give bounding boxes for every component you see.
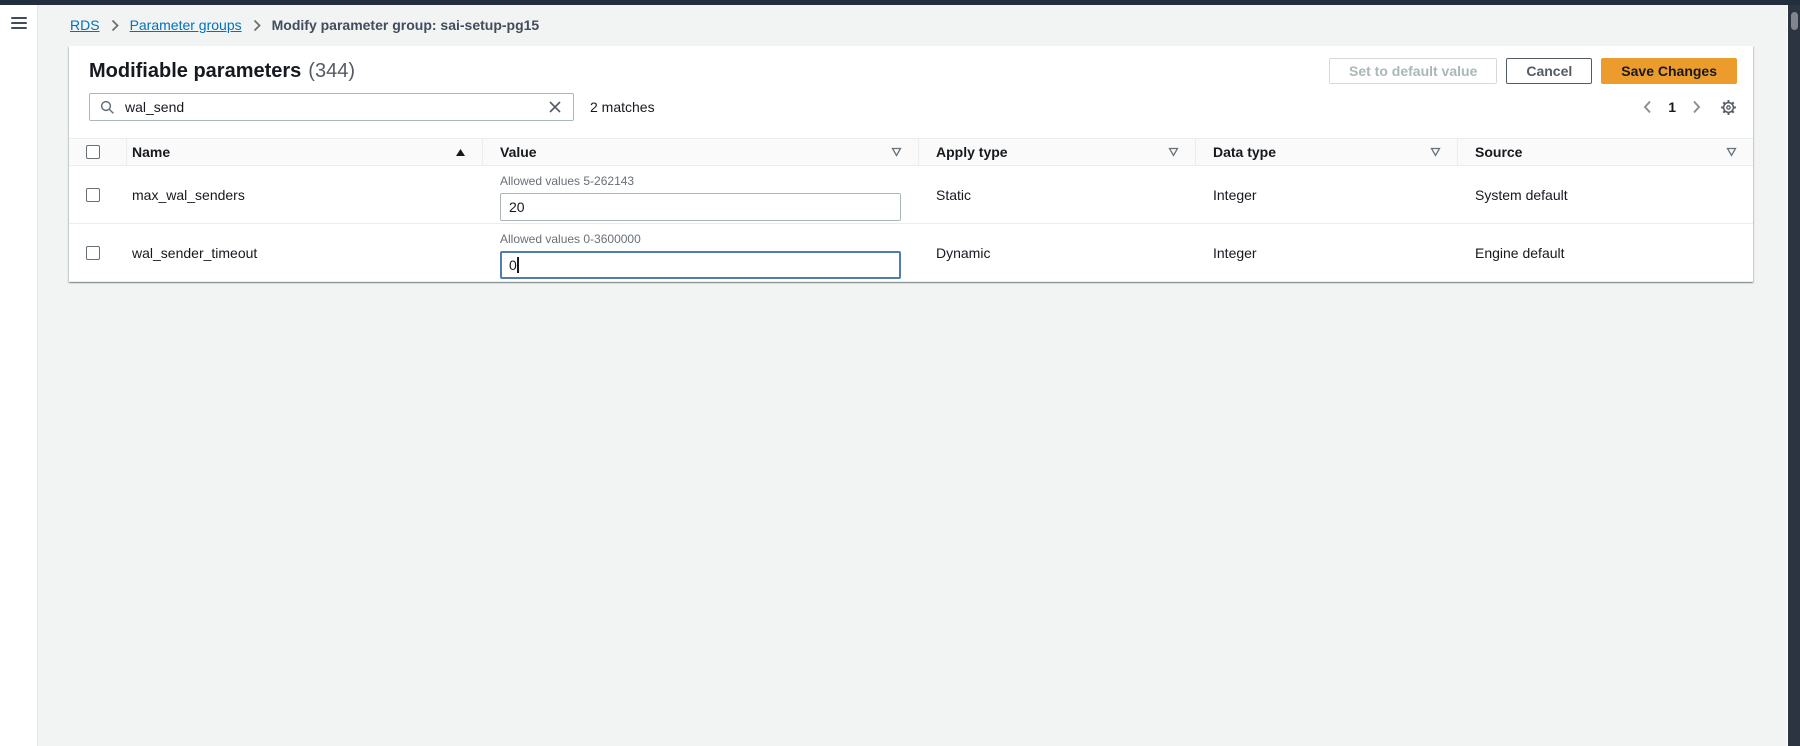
row-checkbox[interactable]: [86, 246, 100, 260]
source-value: Engine default: [1458, 224, 1753, 281]
allowed-values-hint: Allowed values 5-262143: [500, 174, 634, 188]
breadcrumb-link-rds[interactable]: RDS: [70, 17, 100, 33]
column-header-apply-type[interactable]: Apply type: [919, 139, 1196, 165]
chevron-right-icon: [253, 19, 261, 32]
row-checkbox[interactable]: [86, 188, 100, 202]
breadcrumb-current: Modify parameter group: sai-setup-pg15: [272, 17, 540, 33]
panel-header: Modifiable parameters (344) Set to defau…: [69, 46, 1753, 84]
set-to-default-button[interactable]: Set to default value: [1329, 58, 1497, 84]
column-header-name[interactable]: Name: [127, 139, 483, 165]
action-buttons: Set to default value Cancel Save Changes: [1329, 58, 1737, 84]
parameter-name: max_wal_senders: [127, 166, 483, 223]
page-number[interactable]: 1: [1663, 99, 1681, 115]
breadcrumb-link-parameter-groups[interactable]: Parameter groups: [130, 17, 242, 33]
table-row: max_wal_senders Allowed values 5-262143 …: [69, 166, 1753, 224]
data-type-value: Integer: [1196, 224, 1458, 281]
source-value: System default: [1458, 166, 1753, 223]
match-count: 2 matches: [590, 99, 655, 115]
gear-icon[interactable]: [1720, 99, 1737, 116]
breadcrumb: RDS Parameter groups Modify parameter gr…: [70, 17, 539, 33]
select-all-checkbox[interactable]: [86, 145, 100, 159]
data-type-value: Integer: [1196, 166, 1458, 223]
filter-icon[interactable]: [1430, 147, 1441, 157]
save-changes-button[interactable]: Save Changes: [1601, 58, 1737, 84]
scrollbar[interactable]: [1787, 5, 1800, 746]
parameter-value-input[interactable]: [500, 193, 901, 221]
column-header-source[interactable]: Source: [1458, 139, 1753, 165]
filter-icon[interactable]: [891, 147, 902, 157]
chevron-left-icon[interactable]: [1641, 98, 1654, 116]
filter-icon[interactable]: [1168, 147, 1179, 157]
column-header-value[interactable]: Value: [483, 139, 919, 165]
parameter-name: wal_sender_timeout: [127, 224, 483, 281]
scrollbar-thumb[interactable]: [1791, 12, 1798, 30]
parameter-value-input[interactable]: [500, 251, 901, 279]
allowed-values-hint: Allowed values 0-3600000: [500, 232, 641, 246]
text-caret: [517, 257, 519, 273]
apply-type-value: Static: [919, 166, 1196, 223]
table-header-row: Name Value Apply type Data type: [69, 139, 1753, 166]
filter-icon[interactable]: [1726, 147, 1737, 157]
cancel-button[interactable]: Cancel: [1506, 58, 1592, 84]
parameters-table: Name Value Apply type Data type: [69, 138, 1753, 282]
apply-type-value: Dynamic: [919, 224, 1196, 281]
parameter-count: (344): [308, 60, 355, 83]
left-rail: [0, 5, 38, 746]
search-icon: [100, 100, 115, 115]
column-header-data-type[interactable]: Data type: [1196, 139, 1458, 165]
modifiable-parameters-panel: Modifiable parameters (344) Set to defau…: [69, 46, 1753, 282]
table-toolbar: 2 matches 1: [69, 84, 1753, 121]
top-nav-edge: [0, 0, 1800, 5]
pagination: 1: [1641, 98, 1737, 116]
chevron-right-icon[interactable]: [1690, 98, 1703, 116]
sort-ascending-icon[interactable]: [455, 148, 466, 157]
chevron-right-icon: [111, 19, 119, 32]
table-row: wal_sender_timeout Allowed values 0-3600…: [69, 224, 1753, 282]
filter-parameters-searchbox[interactable]: [89, 93, 574, 121]
clear-search-icon[interactable]: [547, 99, 563, 115]
hamburger-menu-icon[interactable]: [11, 14, 27, 32]
page-title: Modifiable parameters: [89, 60, 301, 83]
search-input[interactable]: [123, 98, 547, 116]
select-all-cell: [69, 139, 127, 165]
